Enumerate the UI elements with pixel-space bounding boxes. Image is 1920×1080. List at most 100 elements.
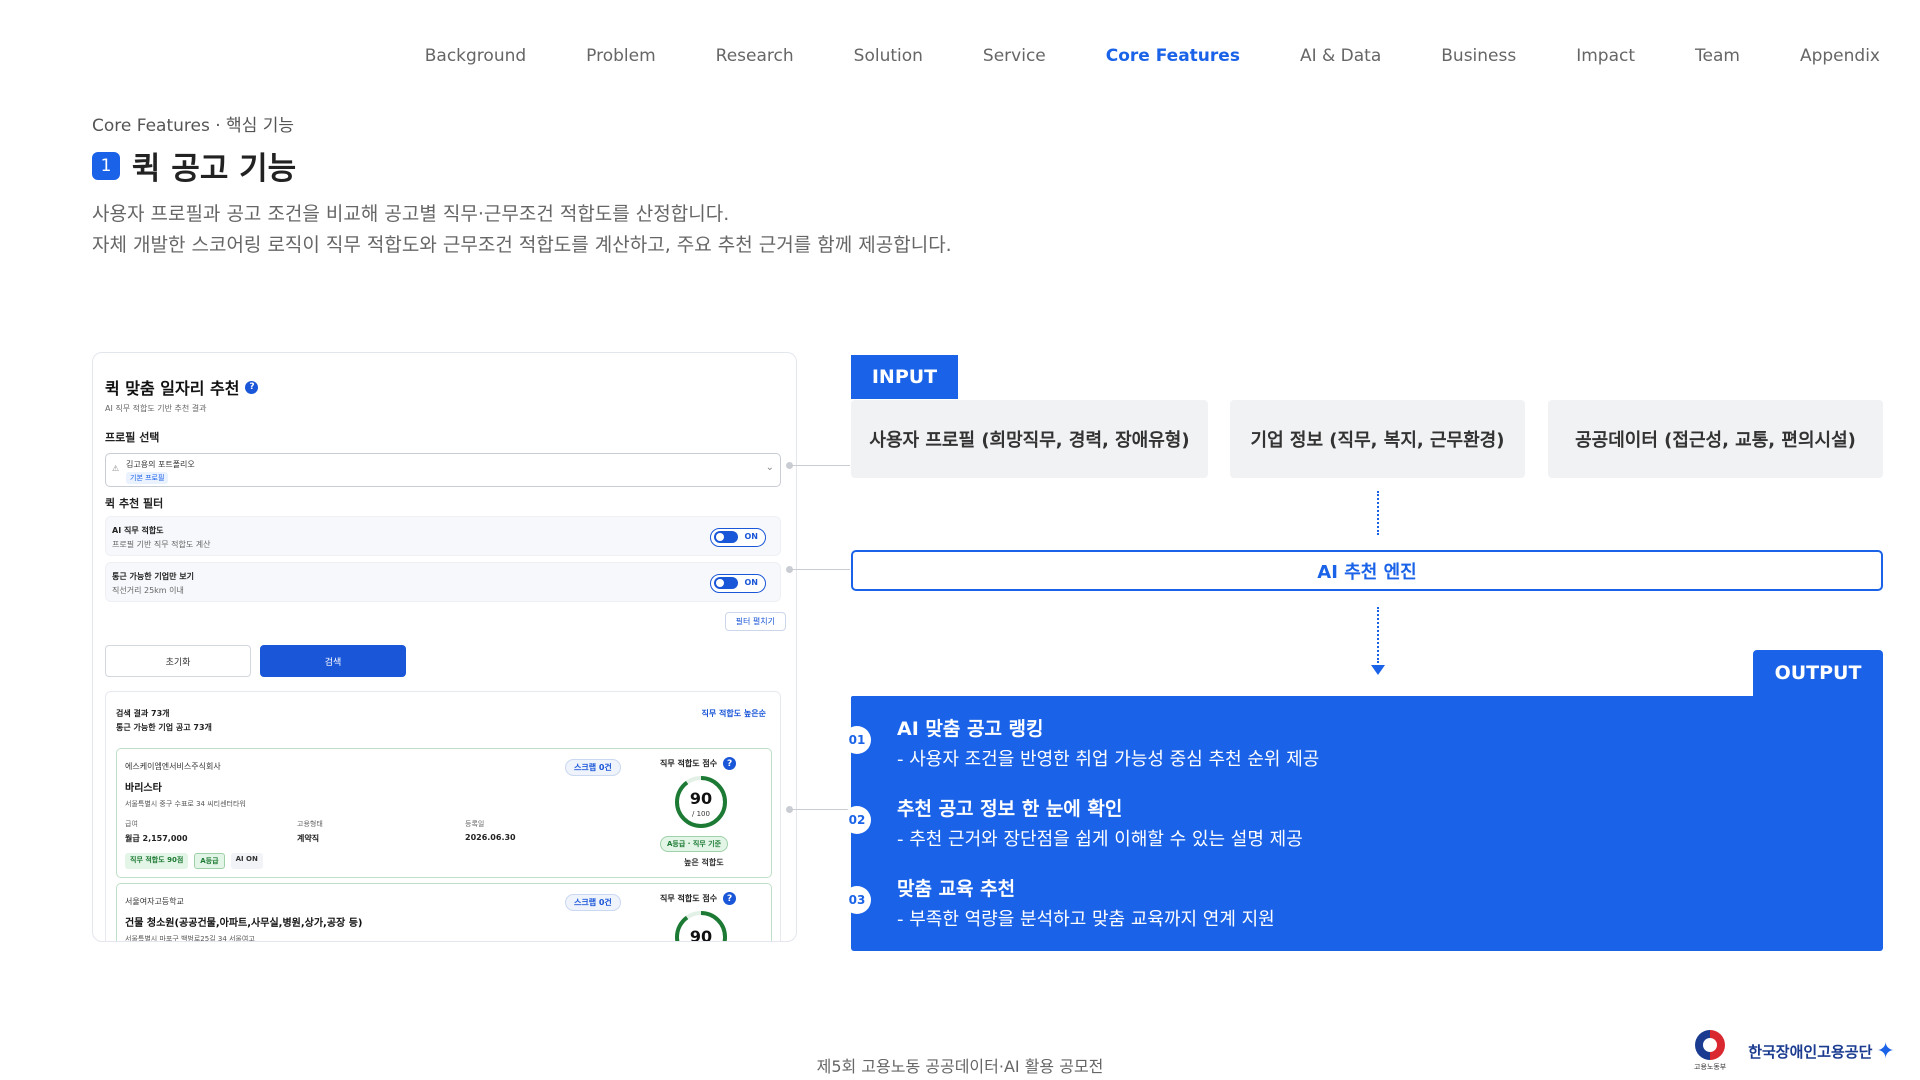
tag-fit-score: 직무 적합도 90점 xyxy=(125,853,189,869)
reset-button[interactable]: 초기화 xyxy=(105,645,251,677)
job-address: 서울특별시 마포구 백범로25길 34 서울여고 xyxy=(125,935,255,942)
score-label: 직무 적합도 점수 ? xyxy=(660,757,737,770)
help-icon[interactable]: ? xyxy=(723,757,737,770)
nav-solution[interactable]: Solution xyxy=(854,46,923,66)
kead-logo: 한국장애인고용공단 ✦ xyxy=(1748,1039,1895,1064)
flow-dash-1 xyxy=(1377,491,1379,535)
output-desc: - 사용자 조건을 반영한 취업 가능성 중심 추천 순위 제공 xyxy=(897,749,1320,770)
score-label-text: 직무 적합도 점수 xyxy=(660,759,718,768)
commute-toggle[interactable]: ON xyxy=(710,574,766,593)
connector-line-profile xyxy=(790,465,850,466)
connector-line-engine xyxy=(790,569,850,570)
profile-select[interactable]: ⚠ 김고용의 포트폴리오 기본 프로필 ⌄ xyxy=(105,453,781,487)
app-title-text: 퀵 맞춤 일자리 추천 xyxy=(105,379,240,398)
tag-ai: AI ON xyxy=(230,853,263,869)
results-panel: 검색 결과 73개 통근 가능한 기업 공고 73개 직무 적합도 높은순 에스… xyxy=(105,691,781,942)
output-number: 01 xyxy=(843,726,871,754)
page-title: 1 퀵 공고 기능 xyxy=(92,143,296,188)
job-address: 서울특별시 중구 수표로 34 씨티센터타워 xyxy=(125,800,246,808)
scrap-badge[interactable]: 스크랩 0건 xyxy=(565,759,621,776)
help-icon[interactable]: ? xyxy=(723,892,737,905)
salary-value: 월급 2,157,000 xyxy=(125,834,188,843)
score-value: 90 xyxy=(690,927,712,942)
footer-text: 제5회 고용노동 공공데이터·AI 활용 공모전 xyxy=(816,1057,1104,1076)
employment-type-value: 계약직 xyxy=(297,834,320,843)
grade-badge: A등급 · 직무 기준 xyxy=(660,836,729,852)
filter-title: AI 직무 적합도 xyxy=(112,526,164,535)
description: 사용자 프로필과 공고 조건을 비교해 공고별 직무·근무조건 적합도를 산정합… xyxy=(92,199,952,261)
register-date-label: 등록일 xyxy=(465,820,485,828)
app-screenshot: 퀵 맞춤 일자리 추천 ? AI 직무 적합도 기반 추천 결과 프로필 선택 … xyxy=(92,352,797,942)
help-icon[interactable]: ? xyxy=(245,380,259,394)
salary-label: 급여 xyxy=(125,820,138,828)
fit-level: 높은 적합도 xyxy=(684,858,724,867)
filter-commute: 통근 가능한 기업만 보기 직선거리 25km 이내 ON xyxy=(105,562,781,602)
toggle-state: ON xyxy=(744,578,759,587)
connector-line-output xyxy=(790,809,850,810)
kead-label: 한국장애인고용공단 xyxy=(1748,1042,1873,1061)
score-label-text: 직무 적합도 점수 xyxy=(660,894,718,903)
app-title: 퀵 맞춤 일자리 추천 ? xyxy=(105,375,259,399)
job-title: 바리스타 xyxy=(125,783,162,794)
score-label: 직무 적합도 점수 ? xyxy=(660,892,737,905)
user-icon: ⚠ xyxy=(112,464,120,473)
score-ring: 90 / 100 xyxy=(675,776,727,828)
toggle-knob xyxy=(714,531,738,543)
company-name: 에스케이엠엔서비스주식회사 xyxy=(125,762,221,771)
nav-business[interactable]: Business xyxy=(1441,46,1516,66)
nav-team[interactable]: Team xyxy=(1695,46,1740,66)
arrow-down-icon xyxy=(1371,665,1385,675)
score-max: / 100 xyxy=(692,810,710,818)
profile-name: 김고용의 포트폴리오 xyxy=(126,460,195,469)
output-desc: - 부족한 역량을 분석하고 맞춤 교육까지 연계 지원 xyxy=(897,909,1275,930)
moel-logo: 고용노동부 xyxy=(1694,1030,1726,1072)
profile-badge: 기본 프로필 xyxy=(126,472,169,484)
nav-research[interactable]: Research xyxy=(716,46,794,66)
filter-desc: 프로필 기반 직무 적합도 계산 xyxy=(112,540,211,549)
filter-label: 퀵 추천 필터 xyxy=(105,497,164,510)
profile-label: 프로필 선택 xyxy=(105,431,160,444)
employment-type-label: 고용형태 xyxy=(297,820,323,828)
score-value: 90 xyxy=(690,789,712,808)
job-card[interactable]: 서울여자고등학교 건물 청소원(공공건물,아파트,사무실,병원,상가,공장 등)… xyxy=(116,883,772,942)
input-user-profile: 사용자 프로필 (희망직무, 경력, 장애유형) xyxy=(851,400,1208,478)
moel-emblem-icon xyxy=(1695,1030,1726,1060)
title-number-badge: 1 xyxy=(92,151,120,180)
tag-grade: A등급 xyxy=(194,853,225,869)
job-title: 건물 청소원(공공건물,아파트,사무실,병원,상가,공장 등) xyxy=(125,918,363,929)
output-box: 01 AI 맞춤 공고 랭킹 - 사용자 조건을 반영한 취업 가능성 중심 추… xyxy=(843,696,1883,951)
filter-ai-fit: AI 직무 적합도 프로필 기반 직무 적합도 계산 ON xyxy=(105,516,781,556)
input-tab: INPUT xyxy=(851,355,958,399)
score-ring: 90 xyxy=(675,911,727,942)
nav-appendix[interactable]: Appendix xyxy=(1800,46,1880,66)
input-public-data: 공공데이터 (접근성, 교통, 편의시설) xyxy=(1548,400,1883,478)
logos: 고용노동부 한국장애인고용공단 ✦ xyxy=(1694,1030,1895,1072)
toggle-state: ON xyxy=(744,532,759,541)
output-tab: OUTPUT xyxy=(1753,650,1883,696)
search-button[interactable]: 검색 xyxy=(260,645,406,677)
results-count: 검색 결과 73개 xyxy=(116,709,170,718)
job-card[interactable]: 에스케이엠엔서비스주식회사 바리스타 서울특별시 중구 수표로 34 씨티센터타… xyxy=(116,748,772,878)
nav-core-features[interactable]: Core Features xyxy=(1106,46,1240,66)
sort-dropdown[interactable]: 직무 적합도 높은순 xyxy=(702,708,766,719)
input-company-info: 기업 정보 (직무, 복지, 근무환경) xyxy=(1230,400,1525,478)
filter-desc: 직선거리 25km 이내 xyxy=(112,586,184,595)
nav-service[interactable]: Service xyxy=(983,46,1046,66)
title-text: 퀵 공고 기능 xyxy=(132,151,297,187)
job-tags: 직무 적합도 90점 A등급 AI ON xyxy=(125,853,263,869)
company-name: 서울여자고등학교 xyxy=(125,897,184,906)
nav-problem[interactable]: Problem xyxy=(586,46,656,66)
output-number: 03 xyxy=(843,886,871,914)
register-date-value: 2026.06.30 xyxy=(465,833,516,842)
output-title: 맞춤 교육 추천 xyxy=(897,878,1016,900)
scrap-badge[interactable]: 스크랩 0건 xyxy=(565,894,621,911)
app-subtitle: AI 직무 적합도 기반 추천 결과 xyxy=(105,404,207,413)
nav-ai-data[interactable]: AI & Data xyxy=(1300,46,1381,66)
nav-impact[interactable]: Impact xyxy=(1576,46,1635,66)
results-commute-count: 통근 가능한 기업 공고 73개 xyxy=(116,723,212,732)
kead-symbol-icon: ✦ xyxy=(1876,1038,1895,1064)
ai-engine-box: AI 추천 엔진 xyxy=(851,550,1883,591)
ai-fit-toggle[interactable]: ON xyxy=(710,528,766,547)
filter-expand-button[interactable]: 필터 펼치기 xyxy=(724,612,786,631)
nav-background[interactable]: Background xyxy=(425,46,526,66)
